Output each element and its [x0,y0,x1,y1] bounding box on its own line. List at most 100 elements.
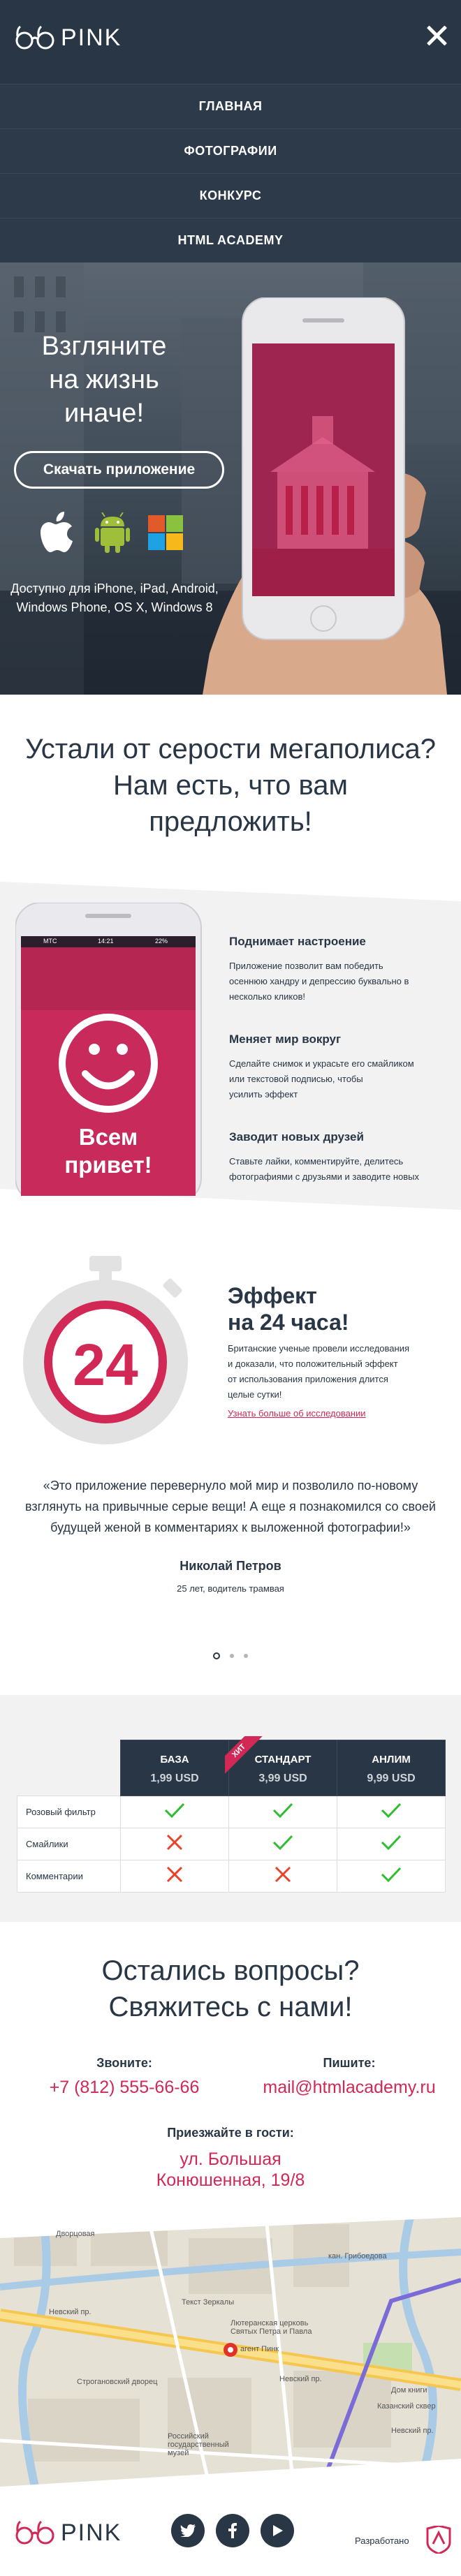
check-icon [228,1828,337,1860]
hit-label: ХИТ [225,1736,263,1775]
menu-item-contest[interactable]: КОНКУРС [0,173,461,218]
tagline-line: Устали от серости мегаполиса? [25,734,436,764]
menu-item-photos[interactable]: ФОТОГРАФИИ [0,128,461,173]
address: ул. Большая Конюшенная, 19/8 [0,2149,461,2191]
glasses-logo-icon [15,25,54,50]
windows-icon[interactable] [148,515,183,550]
effect-title-line: Эффект [228,1283,317,1308]
plan-name: АНЛИМ [372,1754,411,1766]
feature-mood: Поднимает настроение Приложение позволит… [229,935,450,1005]
cross-icon [228,1860,337,1893]
map-label: кан. Грибоедова [328,2252,387,2260]
email-link[interactable]: mail@htmlacademy.ru [258,2078,440,2098]
effect-text-line: целые сутки! [228,1389,282,1400]
footer-logo[interactable]: PINK [15,2519,122,2547]
contacts-title-line: Свяжитесь с нами! [108,1992,353,2022]
feature-text-line: несколько кликов! [229,991,305,1002]
tagline-line: предложить! [149,806,312,837]
available-line: Windows Phone, OS X, Windows 8 [16,600,213,614]
phone-greeting: Всем привет! [21,1123,196,1179]
map-label: Невский пр. [49,2308,92,2316]
html-academy-icon[interactable] [426,2526,451,2554]
developer-label: Разработано [355,2536,409,2546]
contacts-title-line: Остались вопросы? [101,1955,360,1986]
feature-friends: Заводит новых друзей Ставьте лайки, комм… [229,1130,450,1185]
check-icon [337,1796,446,1828]
youtube-icon[interactable] [261,2514,294,2547]
features-section: MTC 14:21 22% Всем привет! Поднимает нас… [0,882,461,1210]
logo[interactable]: PINK [15,24,122,52]
map-label: Невский пр. [279,2375,322,2383]
feature-text-line: Приложение позволит вам победить [229,961,383,971]
feature-title: Поднимает настроение [229,935,366,948]
reviewer-info: 25 лет, водитель трамвая [177,1583,284,1594]
quote-line: будущей женой в комментариях к выложенно… [50,1520,411,1534]
effect-title: Эффект на 24 часа! [228,1282,349,1335]
contacts-section: Остались вопросы? Свяжитесь с нами! Звон… [0,1922,461,2210]
feature-world: Меняет мир вокруг Сделайте снимок и укра… [229,1032,450,1102]
plan-standard: ХИТ СТАНДАРТ 3,99 USD [225,1736,337,1796]
effect-text: Британские ученые провели исследования и… [228,1341,451,1402]
price-row: Розовый фильтр [17,1796,446,1828]
platforms-list [41,512,183,554]
contact-email: Пишите: mail@htmlacademy.ru [258,2056,440,2098]
map[interactable]: Дворцовая кан. Грибоедова Текст Зеркалы … [0,2210,461,2487]
hero-title-line: на жизнь [49,365,159,394]
address-label: Приезжайте в гости: [167,2126,294,2140]
plan-name: БАЗА [160,1754,189,1766]
plan-price: 1,99 USD [150,1772,199,1784]
site-footer: PINK Разработано [0,2487,461,2576]
available-platforms-text: Доступно для iPhone, iPad, Android, Wind… [10,579,219,617]
feature-name: Розовый фильтр [17,1796,121,1828]
slider-dot-active[interactable] [213,1652,220,1659]
apple-icon[interactable] [41,512,77,554]
menu-item-main[interactable]: ГЛАВНАЯ [0,84,461,128]
feature-name: Смайлики [17,1828,121,1860]
research-link[interactable]: Узнать больше об исследовании [228,1408,366,1419]
menu-item-html-academy[interactable]: HTML ACADEMY [0,218,461,262]
download-app-button[interactable]: Скачать приложение [14,451,224,489]
tagline-line: Нам есть, что вам [113,770,348,801]
contact-phone: Звоните: +7 (812) 555-66-66 [34,2056,215,2098]
review-quote: «Это приложение перевернуло мой мир и по… [0,1475,461,1538]
android-icon[interactable] [95,512,130,553]
status-battery: 22% [155,938,168,945]
slider-dot[interactable] [244,1654,248,1658]
close-menu-icon[interactable] [426,25,447,46]
contact-row: Звоните: +7 (812) 555-66-66 Пишите: mail… [0,2056,461,2098]
price-row: Смайлики [17,1828,446,1860]
greeting-line: привет! [64,1152,152,1178]
greeting-line: Всем [78,1124,138,1150]
slider-dot[interactable] [230,1654,234,1658]
slider-dots [0,1652,461,1659]
map-label: агент Пинк [240,2345,279,2353]
available-line: Доступно для iPhone, iPad, Android, [10,582,219,595]
effect-section: 24 Эффект на 24 часа! Британские ученые … [0,1210,461,1475]
effect-number: 24 [73,1332,138,1398]
contacts-title: Остались вопросы? Свяжитесь с нами! [0,1953,461,2025]
feature-text-line: усилить эффект [229,1089,298,1100]
effect-text-line: от использования приложения длится [228,1374,388,1384]
map-label: Казанский сквер [377,2402,436,2411]
plan-basic: БАЗА 1,99 USD [120,1740,229,1796]
effect-text-line: и доказали, что положительный эффект [228,1359,398,1369]
plan-unlimited: АНЛИМ 9,99 USD [337,1740,446,1796]
address-line: Конюшенная, 19/8 [156,2170,305,2190]
effect-text-line: Британские ученые провели исследования [228,1343,409,1354]
feature-text: Ставьте лайки, комментируйте, делитесь ф… [229,1154,450,1185]
table-corner [17,1740,121,1796]
hero-title-line: Взгляните [41,332,167,361]
hero-title-line: иначе! [64,399,144,428]
hero-phone-image [235,297,417,664]
tagline: Устали от серости мегаполиса? Нам есть, … [0,695,461,882]
footer-logo-text: PINK [61,2519,122,2546]
map-label: Невский пр. [391,2427,434,2435]
feature-text-line: Ставьте лайки, комментируйте, делитесь [229,1156,404,1167]
cross-icon [120,1828,229,1860]
phone-link[interactable]: +7 (812) 555-66-66 [34,2078,215,2098]
contact-label: Пишите: [323,2056,376,2070]
twitter-icon[interactable] [171,2514,205,2547]
feature-title: Меняет мир вокруг [229,1032,342,1046]
glasses-logo-icon [15,2520,54,2545]
facebook-icon[interactable] [216,2514,249,2547]
